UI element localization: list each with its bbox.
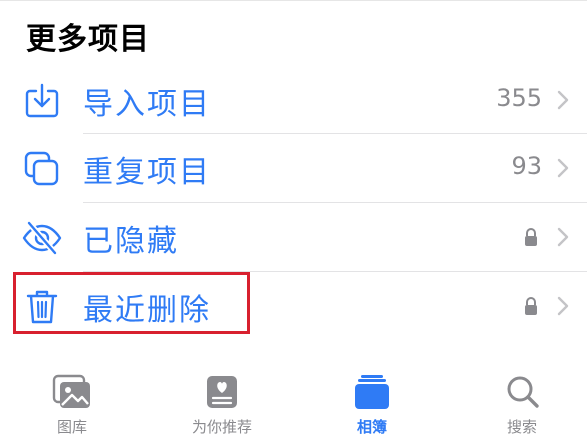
import-tray-icon — [25, 83, 59, 118]
duplicate-copy-icon — [24, 151, 59, 186]
row-label: 导入项目 — [83, 87, 211, 122]
tab-label: 相簿 — [356, 418, 387, 436]
row-label: 重复项目 — [83, 155, 211, 190]
chevron-right-icon — [557, 158, 569, 178]
row-label: 已隐藏 — [83, 224, 179, 259]
tab-for-you[interactable]: 为你推荐 — [167, 374, 277, 442]
lock-icon — [525, 228, 537, 246]
lock-icon — [525, 297, 537, 315]
tab-albums[interactable]: 相簿 — [317, 374, 427, 442]
row-count: 355 — [496, 84, 542, 112]
search-icon — [507, 376, 539, 408]
photos-library-icon — [52, 374, 90, 408]
chevron-right-icon — [557, 296, 569, 316]
tab-library[interactable]: 图库 — [17, 374, 127, 442]
top-divider — [0, 0, 587, 1]
row-imports[interactable]: 导入项目 355 — [0, 66, 587, 134]
chevron-right-icon — [557, 90, 569, 110]
tab-search[interactable]: 搜索 — [467, 374, 577, 442]
albums-icon — [355, 375, 389, 409]
row-count: 93 — [511, 152, 542, 180]
more-items-screen: 更多项目 导入项目 355 重复项目 93 已隐藏 最近删除 图库 为你推荐 相… — [0, 0, 587, 442]
tab-label: 图库 — [56, 418, 87, 436]
row-duplicates[interactable]: 重复项目 93 — [0, 134, 587, 202]
chevron-right-icon — [557, 227, 569, 247]
highlight-annotation-box — [13, 272, 250, 334]
tab-bar: 图库 为你推荐 相簿 搜索 — [0, 360, 587, 442]
for-you-icon — [207, 376, 237, 408]
eye-slash-icon — [22, 220, 62, 256]
row-hidden[interactable]: 已隐藏 — [0, 203, 587, 271]
tab-label: 搜索 — [506, 418, 537, 436]
tab-label: 为你推荐 — [191, 418, 252, 436]
section-title: 更多项目 — [26, 22, 150, 57]
